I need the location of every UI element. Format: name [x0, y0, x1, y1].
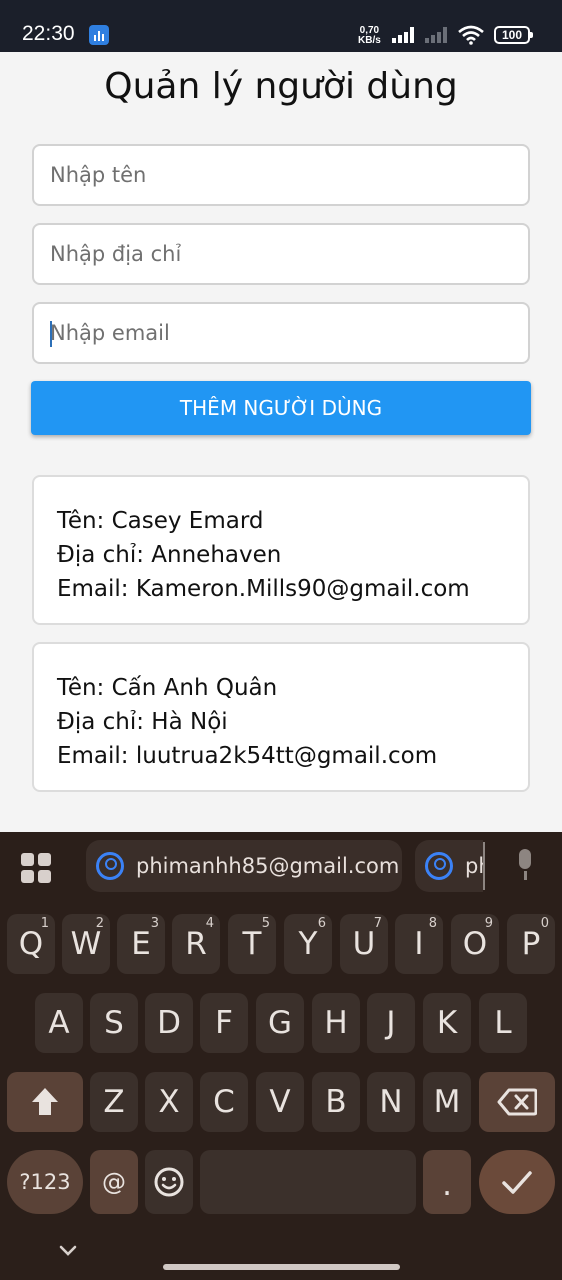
symbols-key[interactable]: ?123 [7, 1150, 83, 1214]
key-a[interactable]: A [35, 993, 83, 1053]
suggestion-text: phimanhh85@gmail.com [136, 854, 400, 878]
key-z[interactable]: Z [90, 1072, 138, 1132]
clock: 22:30 [22, 22, 75, 45]
key-i[interactable]: I8 [395, 914, 443, 974]
key-h[interactable]: H [312, 993, 360, 1053]
space-key[interactable] [200, 1150, 416, 1214]
gesture-handle[interactable] [163, 1264, 400, 1270]
email-input-placeholder: Nhập email [50, 321, 170, 345]
backspace-key[interactable] [479, 1072, 555, 1132]
check-icon [502, 1171, 532, 1194]
autofill-suggestion[interactable]: phimanhh85@gmail.com [86, 840, 402, 892]
key-j[interactable]: J [367, 993, 415, 1053]
text-cursor [50, 321, 52, 347]
user-name: Tên: Cấn Anh Quân [57, 675, 278, 701]
email-input[interactable]: Nhập email [32, 302, 530, 364]
key-c[interactable]: C [200, 1072, 248, 1132]
app-notification-icon [89, 25, 109, 45]
key-o[interactable]: O9 [451, 914, 499, 974]
address-input[interactable]: Nhập địa chỉ [32, 223, 530, 285]
address-input-placeholder: Nhập địa chỉ [50, 242, 182, 266]
apps-grid-icon[interactable] [20, 852, 52, 884]
mic-icon[interactable] [514, 849, 536, 881]
key-e[interactable]: E3 [117, 914, 165, 974]
person-icon [96, 852, 124, 880]
user-email: Email: luutrua2k54tt@gmail.com [57, 743, 438, 769]
key-k[interactable]: K [423, 993, 471, 1053]
user-email: Email: Kameron.Mills90@gmail.com [57, 576, 470, 602]
emoji-key[interactable] [145, 1150, 193, 1214]
person-icon [425, 852, 453, 880]
user-address: Địa chỉ: Hà Nội [57, 709, 228, 735]
enter-key[interactable] [479, 1150, 555, 1214]
backspace-icon [497, 1088, 537, 1116]
chevron-down-icon[interactable] [58, 1244, 78, 1258]
name-input-placeholder: Nhập tên [50, 163, 147, 187]
key-m[interactable]: M [423, 1072, 471, 1132]
wifi-icon [458, 25, 484, 45]
shift-icon [32, 1088, 58, 1115]
key-n[interactable]: N [367, 1072, 415, 1132]
network-speed: 0,70 KB/s [358, 26, 381, 46]
key-f[interactable]: F [200, 993, 248, 1053]
key-s[interactable]: S [90, 993, 138, 1053]
key-d[interactable]: D [145, 993, 193, 1053]
signal-icon-2 [425, 27, 451, 43]
key-b[interactable]: B [312, 1072, 360, 1132]
key-t[interactable]: T5 [228, 914, 276, 974]
shift-key[interactable] [7, 1072, 83, 1132]
name-input[interactable]: Nhập tên [32, 144, 530, 206]
key-p[interactable]: P0 [507, 914, 555, 974]
suggestion-divider [483, 842, 485, 890]
battery-indicator: 100 [494, 26, 533, 44]
user-card: Tên: Casey Emard Địa chỉ: Annehaven Emai… [32, 475, 530, 625]
key-u[interactable]: U7 [340, 914, 388, 974]
key-w[interactable]: W2 [62, 914, 110, 974]
key-v[interactable]: V [256, 1072, 304, 1132]
suggestion-text: ph [465, 854, 483, 878]
network-speed-unit: KB/s [358, 35, 381, 46]
page-title: Quản lý người dùng [104, 66, 458, 107]
user-card: Tên: Cấn Anh Quân Địa chỉ: Hà Nội Email:… [32, 642, 530, 792]
key-q[interactable]: Q1 [7, 914, 55, 974]
key-y[interactable]: Y6 [284, 914, 332, 974]
user-address: Địa chỉ: Annehaven [57, 542, 282, 568]
period-key[interactable]: . [423, 1150, 471, 1214]
key-r[interactable]: R4 [172, 914, 220, 974]
at-key[interactable]: @ [90, 1150, 138, 1214]
status-bar: 22:30 0,70 KB/s 100 [0, 0, 562, 52]
add-user-button[interactable]: THÊM NGƯỜI DÙNG [31, 381, 531, 435]
emoji-icon [154, 1167, 184, 1197]
key-l[interactable]: L [479, 993, 527, 1053]
user-name: Tên: Casey Emard [57, 508, 264, 534]
key-x[interactable]: X [145, 1072, 193, 1132]
signal-icon [392, 27, 418, 43]
key-g[interactable]: G [256, 993, 304, 1053]
autofill-suggestion[interactable]: ph [415, 840, 483, 892]
